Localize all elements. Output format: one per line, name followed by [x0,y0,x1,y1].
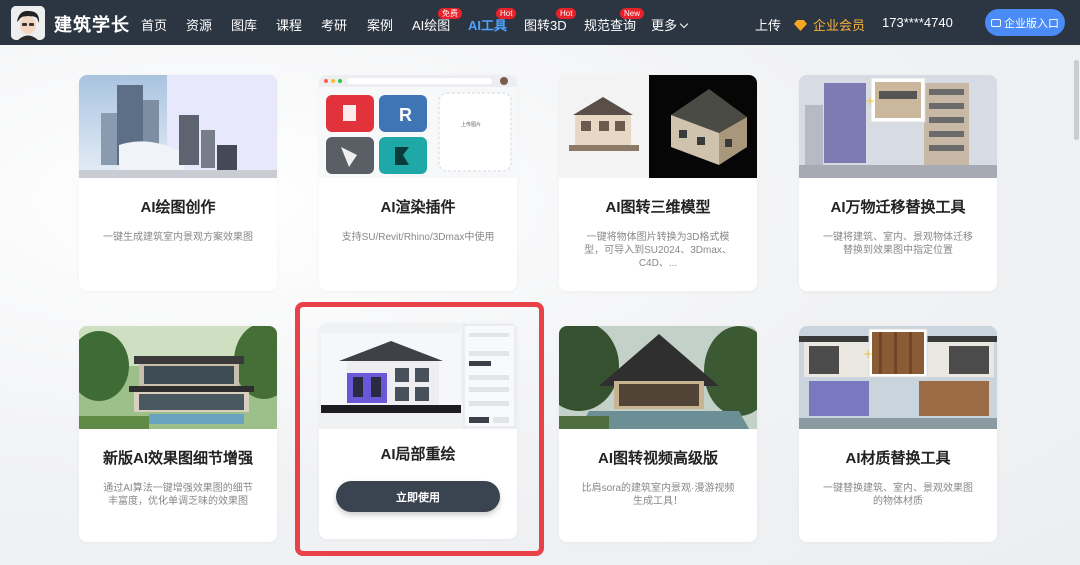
card-title: AI局部重绘 [380,446,456,463]
card-thumbnail [559,326,757,429]
user-phone[interactable]: 173****4740 [882,15,953,30]
upload-link[interactable]: 上传 [755,15,781,34]
nav-ai-tools-label: AI工具 [468,18,508,33]
brand-name[interactable]: 建筑学长 [54,11,130,37]
tool-card-ai-drawing[interactable]: AI绘图创作 一键生成建筑室内景观方案效果图 [79,75,277,291]
card-title: AI材质替换工具 [845,450,951,467]
card-thumbnail: R 上传图片 [319,75,517,178]
nav-gallery[interactable]: 图库 [231,15,257,34]
scrollbar[interactable] [1074,60,1079,140]
vip-link[interactable]: 企业会员 [794,15,865,34]
new-badge: New [620,8,645,19]
svg-text:+: + [863,347,873,361]
vip-label: 企业会员 [813,18,866,33]
card-title: 新版AI效果图细节增强 [102,450,253,467]
free-badge: 免费 [438,8,462,19]
nav-standards[interactable]: 规范查询 New [584,8,645,34]
nav-courses[interactable]: 课程 [276,15,302,34]
svg-text:+: + [865,94,875,108]
tool-card-ai-render-plugin[interactable]: R 上传图片 AI渲染插件 支持SU/Revit/Rhino/3Dmax中使用 [319,75,517,291]
enterprise-entry-label: 企业版入口 [1004,17,1059,30]
nav-resources[interactable]: 资源 [186,15,212,34]
avatar-logo[interactable] [11,6,45,40]
nav-ai-drawing[interactable]: AI绘图 免费 [412,8,462,34]
card-description: 支持SU/Revit/Rhino/3Dmax中使用 [341,232,495,243]
hot-badge: Hot [496,8,517,19]
card-description: 比肩sora的建筑室内景观·漫游视频生成工具！ [581,483,735,507]
tool-card-partial-redraw[interactable]: AI局部重绘 立即使用 [319,323,517,539]
monitor-icon [991,18,1001,27]
nav-more-label: 更多 [651,18,678,33]
tool-card-object-transfer[interactable]: + AI万物迁移替换工具 一键将建筑、室内、景观物体迁移替换到效果图中指定位置 [799,75,997,291]
use-now-button[interactable]: 立即使用 [336,481,500,512]
nav-image-to-3d-label: 图转3D [524,18,567,33]
card-description: 一键生成建筑室内景观方案效果图 [103,232,253,243]
tool-card-image-to-video[interactable]: AI图转视频高级版 比肩sora的建筑室内景观·漫游视频生成工具！ [559,326,757,542]
card-thumbnail [79,326,277,429]
enterprise-entry-button[interactable]: 企业版入口 [985,9,1065,36]
card-thumbnail: + [799,326,997,429]
upload-image-hint: 上传图片 [461,122,482,128]
diamond-icon [794,20,807,31]
top-navigation-bar: 建筑学长 首页 资源 图库 课程 考研 案例 AI绘图 免费 AI工具 Hot … [0,0,1080,45]
nav-home[interactable]: 首页 [141,15,167,34]
nav-cases[interactable]: 案例 [367,15,393,34]
card-description: 一键替换建筑、室内、景观效果图的物体材质 [823,483,973,507]
card-title: AI万物迁移替换工具 [830,199,966,216]
card-title: AI渲染插件 [380,199,456,216]
tool-card-image-to-3d[interactable]: AI图转三维模型 一键将物体图片转换为3D格式模型，可导入到SU2024、3Dm… [559,75,757,291]
card-thumbnail [559,75,757,178]
nav-more[interactable]: 更多 [651,15,689,34]
nav-image-to-3d[interactable]: 图转3D Hot [524,8,577,34]
svg-text:R: R [399,105,412,125]
card-thumbnail: + [799,75,997,178]
card-description: 一键将建筑、室内、景观物体迁移替换到效果图中指定位置 [823,232,973,256]
card-title: AI绘图创作 [140,199,216,216]
nav-postgrad[interactable]: 考研 [321,15,347,34]
nav-ai-drawing-label: AI绘图 [412,18,451,33]
card-thumbnail [319,323,517,429]
chevron-down-icon [679,19,689,29]
card-thumbnail [79,75,277,178]
nav-ai-tools[interactable]: AI工具 Hot [468,8,517,34]
card-description: 一键将物体图片转换为3D格式模型，可导入到SU2024、3Dmax、C4D、..… [584,232,732,269]
tool-card-detail-enhance[interactable]: 新版AI效果图细节增强 通过AI算法一键增强效果图的细节丰富度，优化单调乏味的效… [79,326,277,542]
tool-card-material-replace[interactable]: + AI材质替换工具 一键替换建筑、室内、景观效果图的物体材质 [799,326,997,542]
card-title: AI图转视频高级版 [597,450,718,467]
nav-standards-label: 规范查询 [584,18,637,33]
card-title: AI图转三维模型 [605,199,711,216]
hot-badge: Hot [556,8,577,19]
card-description: 通过AI算法一键增强效果图的细节丰富度，优化单调乏味的效果图 [103,483,253,507]
